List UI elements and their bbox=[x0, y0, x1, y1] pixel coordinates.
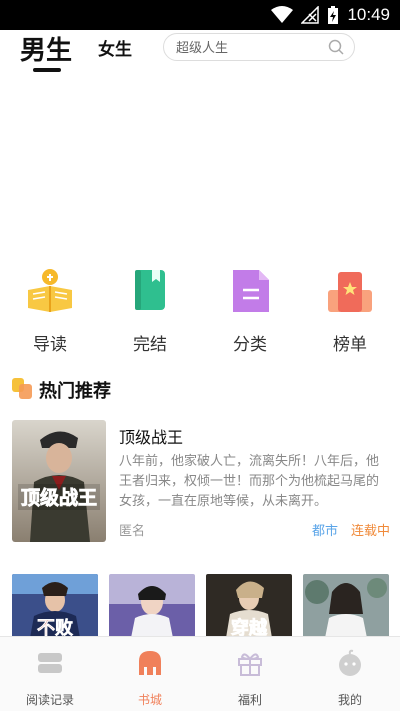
book-title[interactable]: 顶级战王 bbox=[119, 424, 183, 448]
quick-nav-label: 完结 bbox=[133, 335, 167, 355]
nav-welfare[interactable]: 福利 bbox=[200, 637, 300, 711]
section-title: 热门推荐 bbox=[39, 381, 111, 402]
quick-nav-completed[interactable]: 完结 bbox=[100, 268, 200, 358]
quick-nav-ranking[interactable]: 榜单 bbox=[300, 268, 400, 358]
active-tab-indicator bbox=[33, 68, 61, 72]
book-cover-thumb[interactable] bbox=[109, 574, 195, 638]
quick-nav-label: 导读 bbox=[33, 335, 67, 355]
cover-title-text: 顶级战王 bbox=[21, 486, 97, 509]
tab-male[interactable]: 男生 bbox=[20, 30, 72, 67]
tab-female[interactable]: 女生 bbox=[98, 35, 132, 60]
banner-area[interactable] bbox=[0, 80, 400, 255]
nav-reading-history[interactable]: 阅读记录 bbox=[0, 637, 100, 711]
search-icon[interactable] bbox=[328, 39, 344, 55]
top-tab-bar: 男生 女生 bbox=[0, 30, 400, 80]
completed-book-icon bbox=[135, 270, 165, 310]
book-cover-thumb[interactable]: 不败 bbox=[12, 574, 98, 638]
nav-label: 福利 bbox=[237, 693, 262, 707]
wifi-icon bbox=[271, 6, 294, 23]
status-tag: 连载中 bbox=[350, 524, 390, 539]
quick-nav-label: 榜单 bbox=[333, 335, 367, 355]
search-input[interactable] bbox=[176, 38, 326, 58]
gift-icon bbox=[238, 653, 262, 676]
cover-thumb-text: 穿越 bbox=[231, 617, 268, 638]
quick-nav: 导读 完结 分类 榜单 bbox=[0, 268, 400, 358]
no-signal-icon bbox=[301, 6, 320, 24]
quick-nav-label: 分类 bbox=[233, 335, 267, 355]
book-cover-row: 不败 穿越 bbox=[0, 574, 400, 638]
book-description: 八年前，他家破人亡，流离失所！八年后，他王者归来，权倾一世！而那个为他梳起马尾的… bbox=[119, 454, 380, 509]
section-mark-icon bbox=[12, 378, 32, 399]
reading-guide-icon bbox=[28, 269, 72, 312]
clock: 10:49 bbox=[347, 5, 390, 24]
featured-book[interactable]: 顶级战王 顶级战王 八年前，他家破人亡，流离失所！八年后，他王者归来，权倾一世！… bbox=[12, 420, 390, 542]
cover-thumb-text: 不败 bbox=[37, 617, 73, 638]
nav-bookstore[interactable]: 书城 bbox=[100, 637, 200, 711]
genre-tag: 都市 bbox=[311, 524, 338, 539]
nav-label: 我的 bbox=[337, 693, 362, 707]
nav-label: 书城 bbox=[137, 693, 162, 707]
quick-nav-guide[interactable]: 导读 bbox=[0, 268, 100, 358]
book-cover-thumb[interactable]: 穿越 bbox=[206, 574, 292, 638]
profile-icon bbox=[339, 649, 361, 676]
nav-label: 阅读记录 bbox=[25, 693, 74, 707]
reading-history-icon bbox=[38, 653, 62, 673]
book-author: 匿名 bbox=[119, 524, 146, 539]
ranking-icon bbox=[328, 272, 372, 312]
quick-nav-category[interactable]: 分类 bbox=[200, 268, 300, 358]
category-doc-icon bbox=[233, 270, 269, 312]
bottom-nav: 阅读记录 书城 福利 我的 bbox=[0, 636, 400, 711]
nav-profile[interactable]: 我的 bbox=[300, 637, 400, 711]
book-cover[interactable]: 顶级战王 bbox=[12, 420, 106, 542]
search-box[interactable] bbox=[163, 33, 355, 61]
status-bar: 10:49 bbox=[0, 0, 400, 30]
book-cover-thumb[interactable] bbox=[303, 574, 389, 638]
bookstore-icon bbox=[139, 651, 161, 675]
battery-charging-icon bbox=[328, 6, 339, 24]
